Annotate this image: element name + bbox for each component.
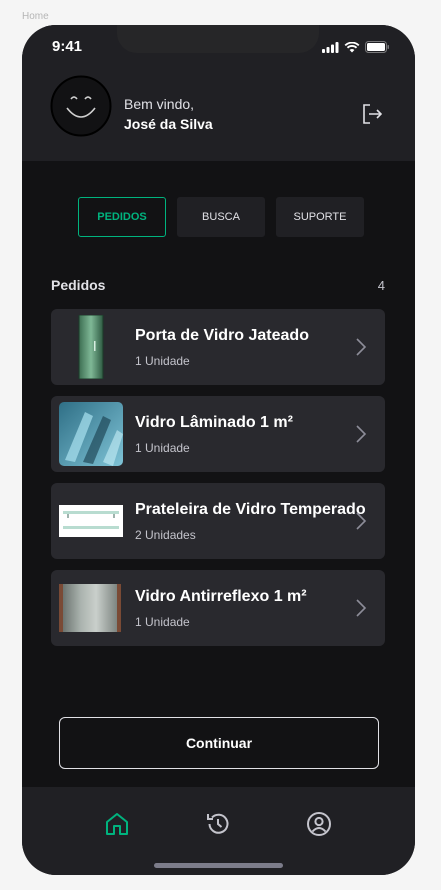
order-item[interactable]: Vidro Lâminado 1 m² 1 Unidade [51, 396, 385, 472]
order-quantity: 1 Unidade [135, 615, 190, 629]
notch [117, 25, 319, 53]
frosted-door-image [59, 315, 123, 379]
tab-bar: PEDIDOS BUSCA SUPORTE [78, 197, 364, 237]
chevron-right-icon [356, 338, 367, 356]
orders-count: 4 [377, 278, 385, 293]
orders-title: Pedidos [51, 277, 106, 293]
status-icons [322, 40, 390, 58]
home-indicator [154, 863, 283, 868]
order-item[interactable]: Porta de Vidro Jateado 1 Unidade [51, 309, 385, 385]
history-icon[interactable] [205, 811, 231, 837]
wifi-icon [344, 40, 360, 58]
chevron-right-icon [356, 512, 367, 530]
order-quantity: 1 Unidade [135, 354, 190, 368]
order-quantity: 1 Unidade [135, 441, 190, 455]
chevron-right-icon [356, 425, 367, 443]
order-item[interactable]: Prateleira de Vidro Temperado 2 Unidades [51, 483, 385, 559]
greeting-text: Bem vindo, [124, 96, 195, 112]
chevron-right-icon [356, 599, 367, 617]
order-name: Prateleira de Vidro Temperado [135, 501, 366, 518]
order-item[interactable]: Vidro Antirreflexo 1 m² 1 Unidade [51, 570, 385, 646]
tab-busca[interactable]: BUSCA [177, 197, 265, 237]
signal-icon [322, 40, 339, 58]
battery-icon [365, 40, 390, 58]
profile-icon[interactable] [306, 811, 332, 837]
logout-icon[interactable] [360, 102, 384, 126]
continue-button[interactable]: Continuar [59, 717, 379, 769]
order-quantity: 2 Unidades [135, 528, 196, 542]
status-time: 9:41 [52, 38, 83, 55]
tab-pedidos[interactable]: PEDIDOS [78, 197, 166, 237]
laminated-glass-image [59, 402, 123, 466]
phone-screen: 9:41 Bem vindo, José da Silva PEDIDOS BU… [22, 25, 415, 875]
tab-suporte[interactable]: SUPORTE [276, 197, 364, 237]
smiley-face-icon[interactable] [50, 75, 112, 137]
order-name: Vidro Antirreflexo 1 m² [135, 588, 307, 605]
order-name: Vidro Lâminado 1 m² [135, 414, 293, 431]
anti-glare-glass-image [59, 576, 123, 640]
username: José da Silva [124, 116, 213, 132]
glass-shelf-image [59, 489, 123, 553]
order-name: Porta de Vidro Jateado [135, 327, 309, 344]
home-icon[interactable] [104, 811, 130, 837]
frame-label: Home [22, 11, 49, 22]
bottom-nav [22, 787, 415, 875]
